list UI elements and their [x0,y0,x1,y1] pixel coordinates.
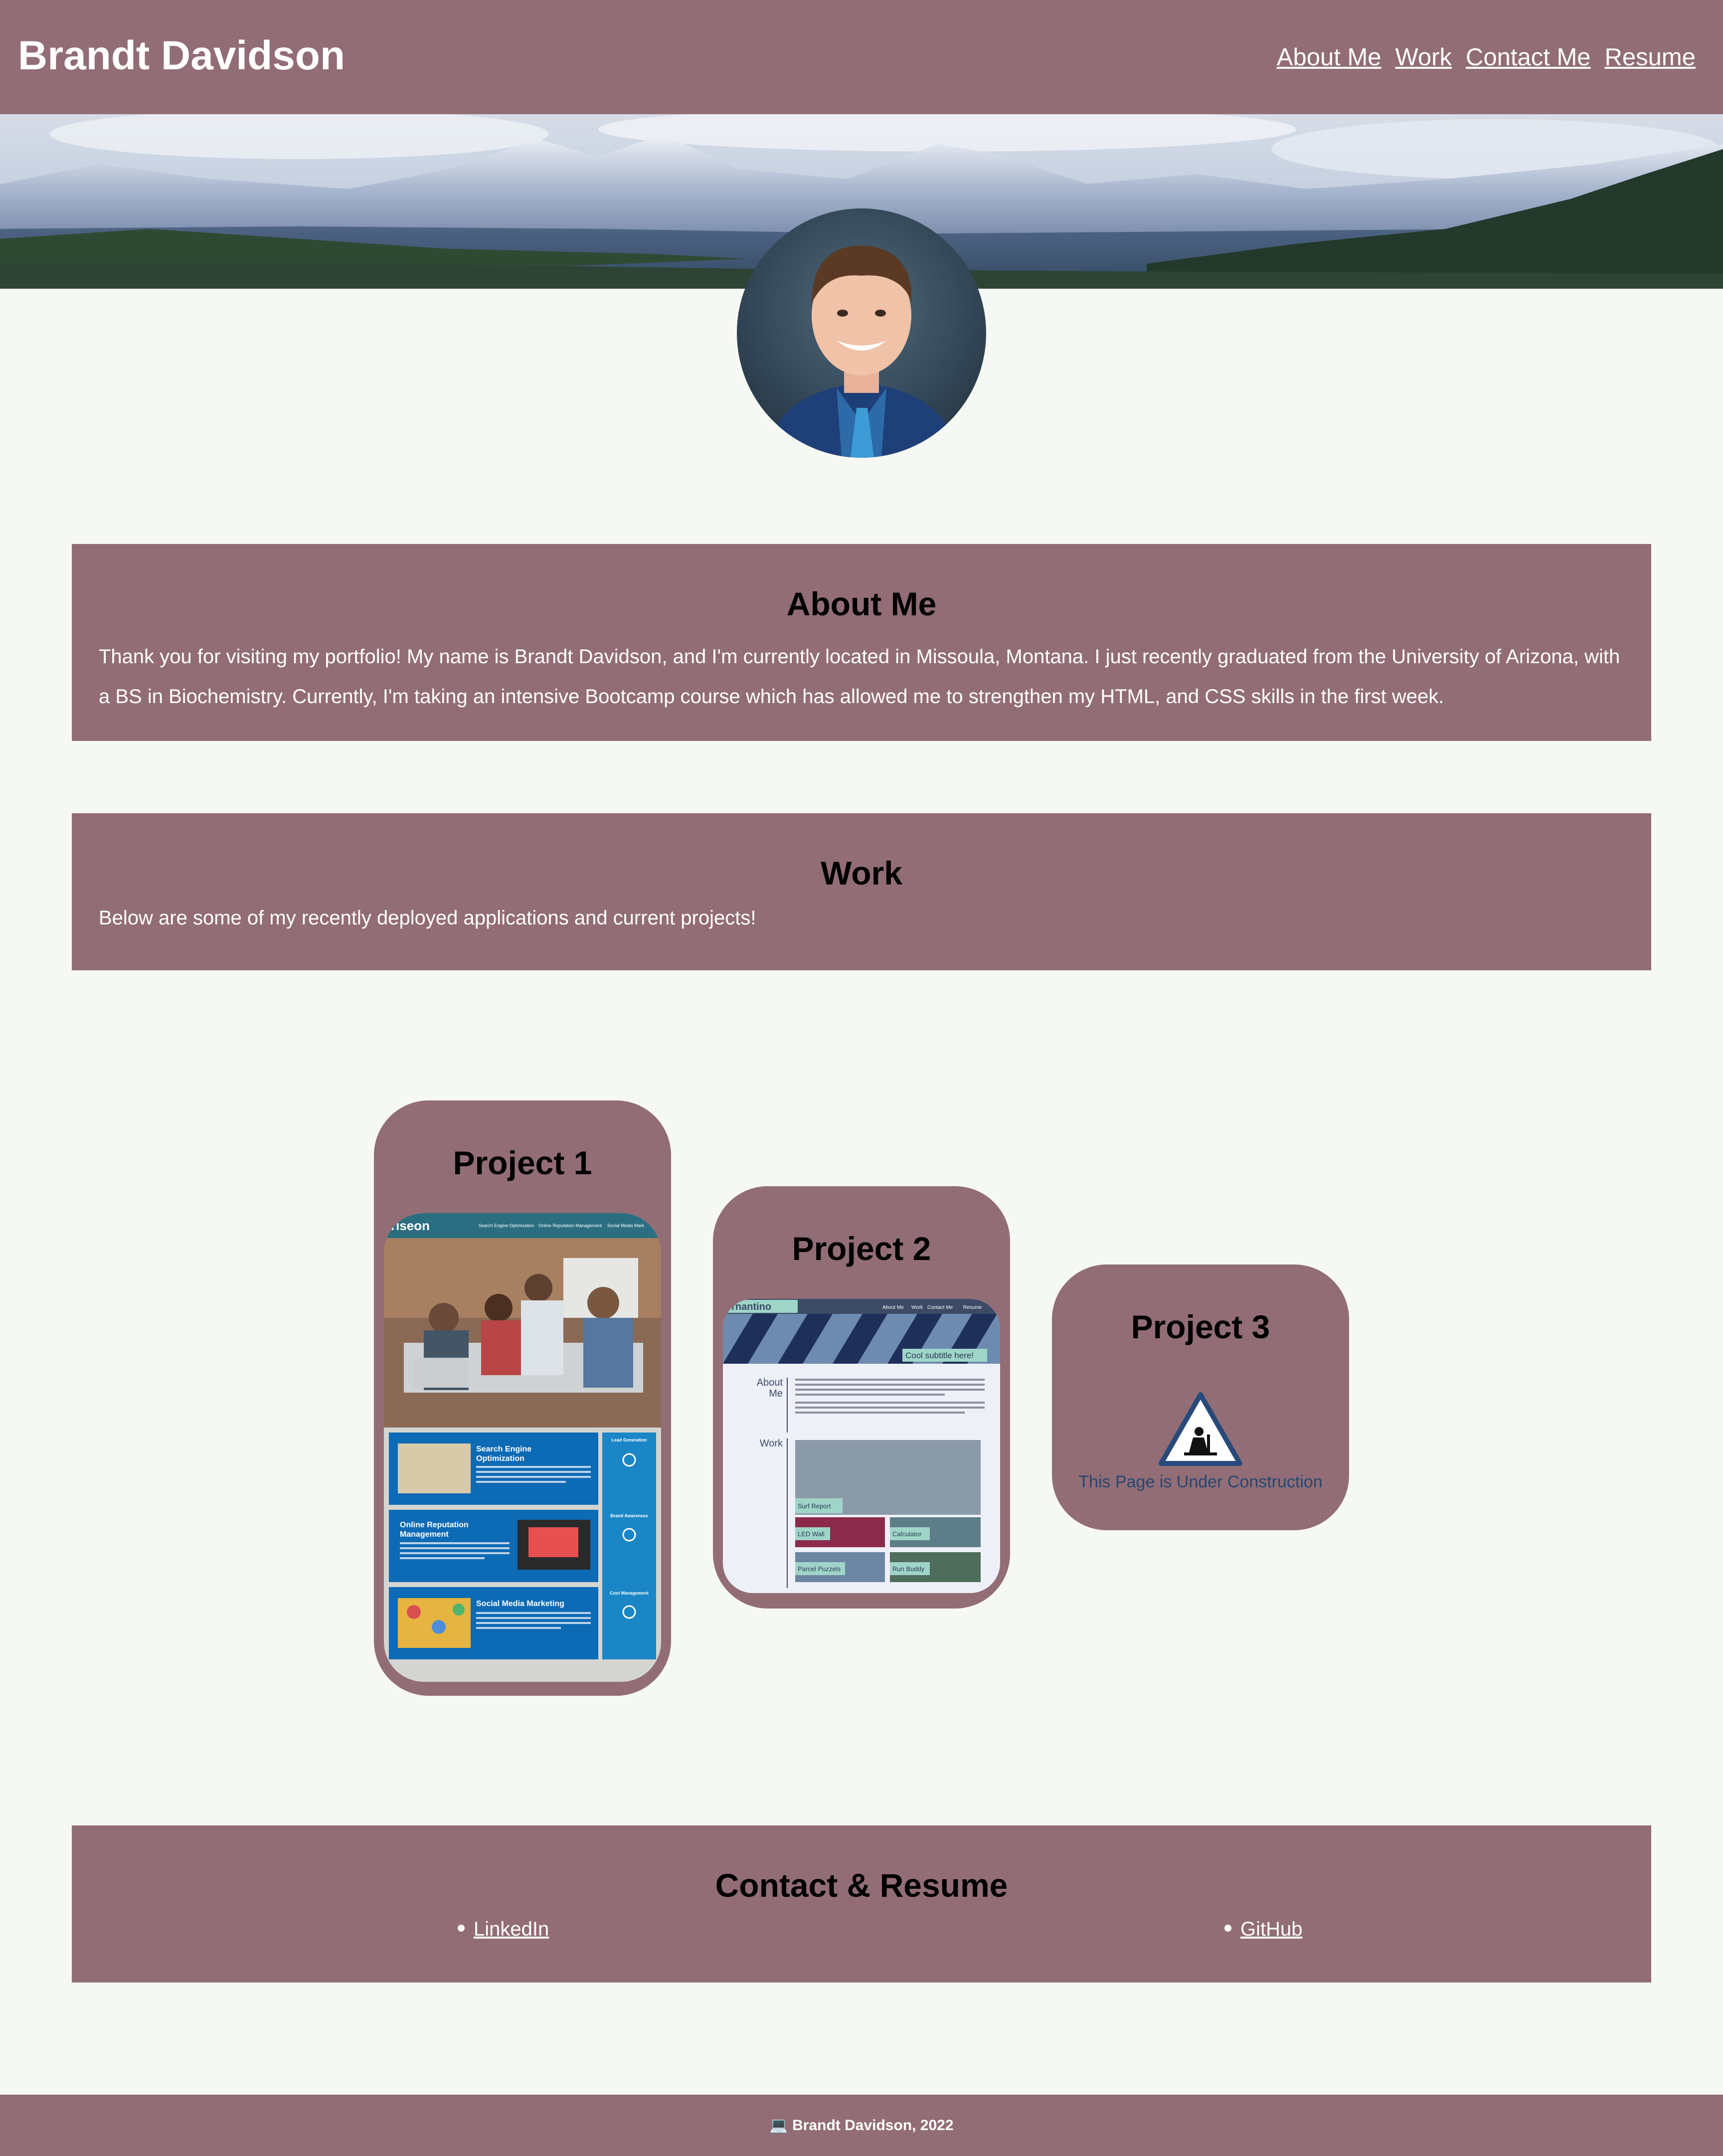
linkedin-item: LinkedIn [458,1914,549,1944]
svg-text:Social Media Marketing: Social Media Marketing [476,1600,564,1608]
github-item: GitHub [1224,1914,1303,1944]
work-text: Below are some of my recently deployed a… [99,907,756,929]
project-title: Project 3 [1131,1308,1270,1345]
project-card-2[interactable]: Project 2 ernantino About Me Work Contac… [713,1186,1010,1609]
svg-text:Surf Report: Surf Report [798,1502,831,1510]
project-card-3[interactable]: Project 3 This Page is Under Constructio… [1052,1264,1349,1530]
svg-text:About: About [757,1377,783,1388]
svg-text:Optimization: Optimization [476,1454,524,1463]
about-text: Thank you for visiting my portfolio! My … [99,646,1620,708]
project-1-screenshot[interactable]: riseon Search Engine Optimization Online… [384,1213,661,1682]
svg-text:Lead Generation: Lead Generation [611,1437,647,1442]
linkedin-link[interactable]: LinkedIn [474,1918,549,1940]
project-card-1[interactable]: Project 1 riseon Search Engine Optimizat… [374,1100,671,1696]
contact-heading: Contact & Resume [715,1867,1008,1904]
svg-text:Me: Me [769,1388,783,1399]
site-title: Brandt Davidson [18,33,345,78]
svg-text:Work: Work [760,1438,783,1449]
work-section: Work Below are some of my recently deplo… [72,813,1651,970]
site-header: Brandt Davidson About Me Work Contact Me… [0,0,1723,114]
svg-text:Resume: Resume [963,1305,982,1310]
work-heading: Work [821,855,902,892]
contact-section: Contact & Resume LinkedIn GitHub [72,1825,1651,1982]
svg-text:Search Engine Optimization: Search Engine Optimization [479,1223,534,1228]
project-title: Project 1 [453,1144,592,1181]
svg-text:Cool subtitle here!: Cool subtitle here! [905,1351,974,1360]
footer-text: 💻 Brandt Davidson, 2022 [769,2117,954,2134]
svg-text:Cost Management: Cost Management [610,1591,649,1596]
bullet-icon [458,1925,465,1932]
preview-brand: riseon [391,1218,430,1233]
svg-text:Parcel Puzzels: Parcel Puzzels [798,1565,841,1573]
profile-avatar [737,208,986,458]
main-nav: About Me Work Contact Me Resume [1277,40,1696,75]
svg-text:Social Media Mark: Social Media Mark [607,1223,645,1228]
nav-about-me[interactable]: About Me [1277,40,1381,75]
nav-work[interactable]: Work [1395,40,1452,75]
nav-contact-me[interactable]: Contact Me [1466,40,1591,75]
nav-resume[interactable]: Resume [1605,40,1696,75]
bullet-icon [1224,1925,1231,1932]
svg-text:Brand Awareness: Brand Awareness [610,1513,648,1518]
contact-links: LinkedIn GitHub [99,1914,1624,1954]
site-footer: 💻 Brandt Davidson, 2022 [0,2095,1723,2156]
project-2-screenshot[interactable]: ernantino About Me Work Contact Me Resum… [723,1299,1000,1593]
github-link[interactable]: GitHub [1240,1918,1303,1940]
svg-text:Online Reputation Management: Online Reputation Management [538,1223,602,1228]
about-heading: About Me [786,585,937,622]
svg-text:Contact Me: Contact Me [927,1305,953,1310]
svg-text:Run Buddy: Run Buddy [892,1565,925,1573]
svg-text:ernantino: ernantino [726,1301,771,1312]
svg-text:LED Wall: LED Wall [798,1530,825,1538]
svg-text:Management: Management [400,1530,449,1539]
svg-text:Online Reputation: Online Reputation [400,1521,469,1529]
svg-text:Calculator: Calculator [892,1530,922,1538]
about-section: About Me Thank you for visiting my portf… [72,544,1651,741]
svg-text:Work: Work [911,1305,923,1310]
construction-text: This Page is Under Construction [1078,1472,1323,1491]
project-title: Project 2 [792,1230,931,1267]
svg-text:Search Engine: Search Engine [476,1445,531,1453]
under-construction-notice: This Page is Under Construction [1052,1392,1349,1492]
svg-text:About Me: About Me [882,1305,904,1310]
construction-warning-icon [1159,1392,1242,1466]
